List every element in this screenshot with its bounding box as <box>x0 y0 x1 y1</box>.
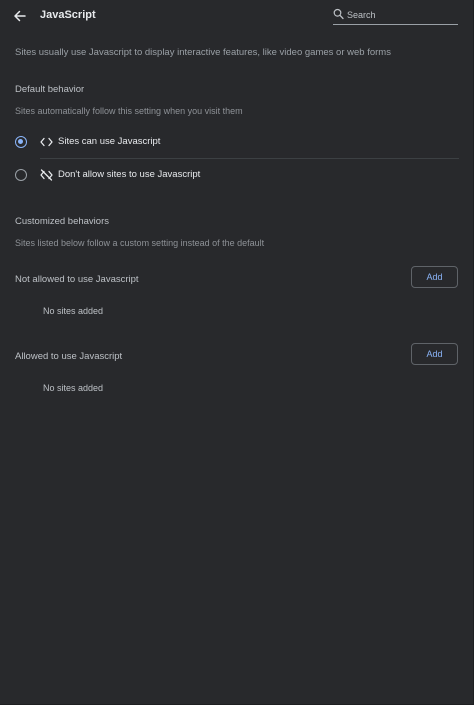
customized-behaviors-title: Customized behaviors <box>15 216 109 227</box>
radio-option-block[interactable]: Don't allow sites to use Javascript <box>0 161 474 191</box>
not-allowed-list-label: Not allowed to use Javascript <box>15 274 139 285</box>
search-box[interactable] <box>333 6 458 25</box>
search-icon <box>333 8 344 20</box>
not-allowed-empty-text: No sites added <box>43 306 104 316</box>
allowed-empty-text: No sites added <box>43 383 104 393</box>
page-title: JavaScript <box>40 9 96 21</box>
divider <box>40 158 459 159</box>
javascript-settings-page: JavaScript Sites usually use Javascript … <box>0 0 474 705</box>
default-behavior-title: Default behavior <box>15 84 85 95</box>
radio-button-allow[interactable] <box>15 136 27 148</box>
page-description: Sites usually use Javascript to display … <box>15 47 391 58</box>
add-not-allowed-button[interactable]: Add <box>411 266 458 288</box>
allowed-list-label: Allowed to use Javascript <box>15 351 123 362</box>
back-button[interactable] <box>10 7 30 25</box>
code-off-icon <box>40 169 53 181</box>
search-input[interactable] <box>347 6 455 23</box>
add-allowed-button[interactable]: Add <box>411 343 458 365</box>
radio-button-block[interactable] <box>15 169 27 181</box>
customized-behaviors-subtitle: Sites listed below follow a custom setti… <box>15 238 265 248</box>
default-behavior-subtitle: Sites automatically follow this setting … <box>15 106 243 116</box>
radio-label-block: Don't allow sites to use Javascript <box>58 169 201 180</box>
arrow-back-icon <box>14 10 26 22</box>
radio-option-allow[interactable]: Sites can use Javascript <box>0 127 474 157</box>
header: JavaScript <box>0 0 474 32</box>
radio-label-allow: Sites can use Javascript <box>58 136 161 147</box>
code-icon <box>40 137 53 147</box>
